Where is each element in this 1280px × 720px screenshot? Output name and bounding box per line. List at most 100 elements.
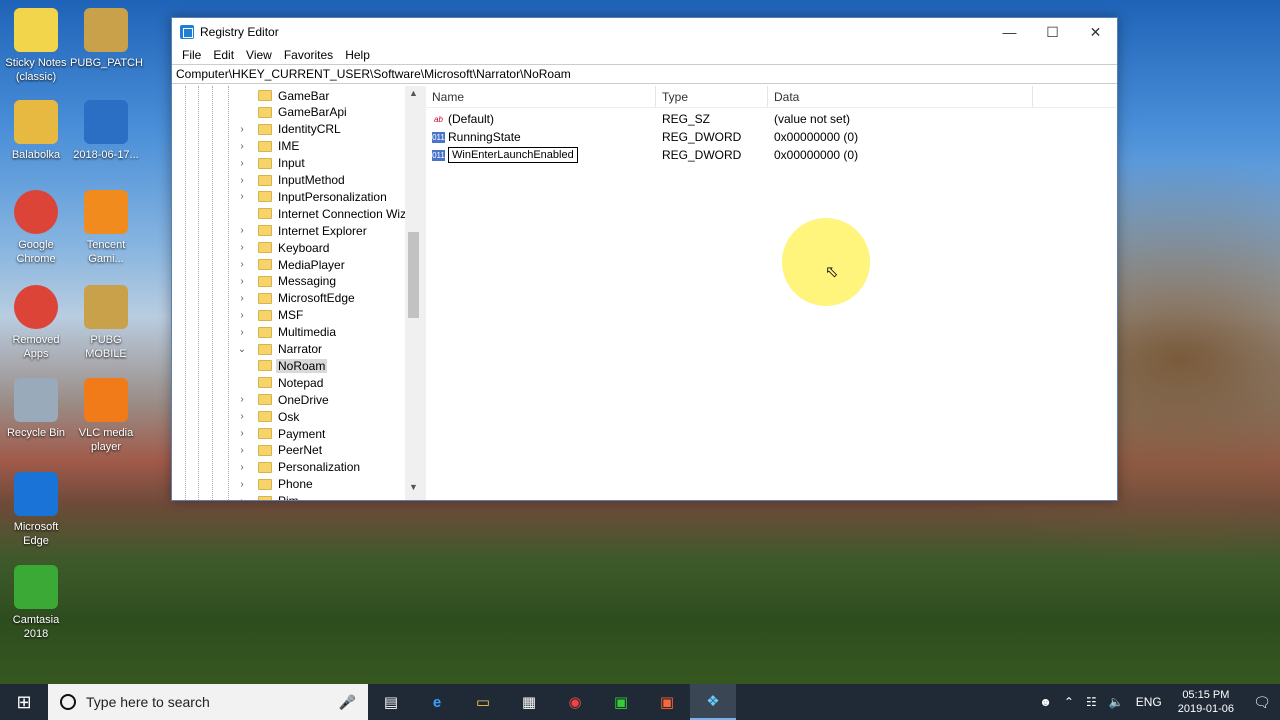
menu-file[interactable]: File — [176, 48, 207, 62]
address-bar[interactable]: Computer\HKEY_CURRENT_USER\Software\Micr… — [172, 64, 1117, 84]
tree-item[interactable]: GameBarApi — [236, 104, 349, 121]
tree-item[interactable]: › IdentityCRL — [236, 121, 343, 138]
network-icon[interactable]: ☷ — [1080, 695, 1103, 709]
chevron-up-icon[interactable]: ⌃ — [1058, 695, 1080, 709]
expand-chevron-icon[interactable]: › — [236, 496, 248, 500]
desktop-icon[interactable]: PUBG MOBILE — [70, 285, 142, 361]
chrome-taskbar-icon[interactable]: ◉ — [552, 684, 598, 720]
expand-chevron-icon[interactable]: › — [236, 191, 248, 202]
edge-taskbar-icon[interactable]: e — [414, 684, 460, 720]
value-row[interactable]: 011 WinEnterLaunchEnabled REG_DWORD 0x00000… — [426, 146, 1117, 164]
desktop-icon[interactable]: VLC media player — [70, 378, 142, 454]
desktop-icon[interactable]: Removed Apps — [0, 285, 72, 361]
column-data[interactable]: Data — [768, 86, 1033, 107]
tree-item[interactable]: › OneDrive — [236, 391, 331, 408]
scroll-thumb[interactable] — [408, 232, 419, 318]
tree-scrollbar[interactable]: ▲ ▼ — [405, 86, 422, 500]
desktop-icon[interactable]: Microsoft Edge — [0, 472, 72, 548]
expand-chevron-icon[interactable]: › — [236, 158, 248, 169]
tree-item[interactable]: › IME — [236, 138, 301, 155]
column-name[interactable]: Name — [426, 86, 656, 107]
column-type[interactable]: Type — [656, 86, 768, 107]
desktop-icon[interactable]: Balabolka — [0, 100, 72, 162]
clock[interactable]: 05:15 PM 2019-01-06 — [1168, 688, 1244, 716]
file-explorer-icon[interactable]: ▭ — [460, 684, 506, 720]
tree-item[interactable]: › InputPersonalization — [236, 188, 389, 205]
tree-item[interactable]: › Internet Explorer — [236, 222, 369, 239]
tree-item[interactable]: › Personalization — [236, 459, 362, 476]
rename-input[interactable]: WinEnterLaunchEnabled — [448, 147, 578, 163]
tree-item[interactable]: GameBar — [236, 87, 331, 104]
regedit-taskbar-icon[interactable]: ❖ — [690, 684, 736, 720]
desktop-icon[interactable]: Sticky Notes (classic) — [0, 8, 72, 84]
tree-item[interactable]: Internet Connection Wizard — [236, 205, 422, 222]
tree-item[interactable]: › MicrosoftEdge — [236, 290, 357, 307]
scroll-down-icon[interactable]: ▼ — [405, 482, 422, 498]
desktop-icon[interactable]: 2018-06-17... — [70, 100, 142, 162]
task-view-button[interactable]: ▤ — [368, 684, 414, 720]
desktop-icon-label: Removed Apps — [12, 334, 60, 360]
title-bar[interactable]: Registry Editor — ☐ ✕ — [172, 18, 1117, 46]
menu-favorites[interactable]: Favorites — [278, 48, 339, 62]
recycle-bin-icon — [14, 378, 58, 422]
value-row[interactable]: 011 RunningState REG_DWORD 0x00000000 (0) — [426, 128, 1117, 146]
scroll-up-icon[interactable]: ▲ — [405, 88, 422, 104]
tree-item[interactable]: › Osk — [236, 408, 301, 425]
desktop-icon[interactable]: PUBG_PATCH — [70, 8, 143, 70]
camtasia-taskbar-icon[interactable]: ▣ — [598, 684, 644, 720]
tree-item[interactable]: › Payment — [236, 425, 327, 442]
close-button[interactable]: ✕ — [1074, 18, 1117, 46]
expand-chevron-icon[interactable]: › — [236, 310, 248, 321]
tree-item[interactable]: › MediaPlayer — [236, 256, 347, 273]
people-icon[interactable]: ☻ — [1033, 695, 1058, 709]
pubg-icon — [84, 285, 128, 329]
tree-item[interactable]: › PeerNet — [236, 442, 324, 459]
search-box[interactable]: Type here to search 🎤 — [48, 684, 368, 720]
tree-item[interactable]: › InputMethod — [236, 172, 347, 189]
expand-chevron-icon[interactable]: ⌄ — [236, 344, 248, 355]
start-button[interactable]: ⊞ — [0, 684, 48, 720]
tree-item[interactable]: › Keyboard — [236, 239, 331, 256]
tree-item[interactable]: › Phone — [236, 476, 315, 493]
menu-help[interactable]: Help — [339, 48, 376, 62]
menu-edit[interactable]: Edit — [207, 48, 240, 62]
tree-item[interactable]: Notepad — [236, 374, 325, 391]
expand-chevron-icon[interactable]: › — [236, 276, 248, 287]
tree-item[interactable]: › MSF — [236, 307, 305, 324]
camtasia-recorder-icon[interactable]: ▣ — [644, 684, 690, 720]
tree-item-label: Internet Explorer — [278, 223, 367, 238]
maximize-button[interactable]: ☐ — [1031, 18, 1074, 46]
expand-chevron-icon[interactable]: › — [236, 225, 248, 236]
expand-chevron-icon[interactable]: › — [236, 411, 248, 422]
expand-chevron-icon[interactable]: › — [236, 479, 248, 490]
tree-item[interactable]: › Input — [236, 155, 307, 172]
notifications-icon[interactable]: 🗨 — [1244, 684, 1280, 720]
tree-item[interactable]: › Pim — [236, 493, 301, 500]
value-row[interactable]: ab (Default) REG_SZ (value not set) — [426, 110, 1117, 128]
expand-chevron-icon[interactable]: › — [236, 428, 248, 439]
menu-view[interactable]: View — [240, 48, 278, 62]
tree-item[interactable]: › Messaging — [236, 273, 338, 290]
language-indicator[interactable]: ENG — [1130, 695, 1168, 709]
expand-chevron-icon[interactable]: › — [236, 175, 248, 186]
store-icon[interactable]: ▦ — [506, 684, 552, 720]
expand-chevron-icon[interactable]: › — [236, 462, 248, 473]
expand-chevron-icon[interactable]: › — [236, 242, 248, 253]
expand-chevron-icon[interactable]: › — [236, 259, 248, 270]
tree-item[interactable]: ⌄ Narrator — [236, 341, 324, 358]
minimize-button[interactable]: — — [988, 18, 1031, 46]
tree-item[interactable]: NoRoam — [258, 357, 328, 374]
expand-chevron-icon[interactable]: › — [236, 293, 248, 304]
expand-chevron-icon[interactable]: › — [236, 124, 248, 135]
desktop-icon[interactable]: Recycle Bin — [0, 378, 72, 440]
microphone-icon[interactable]: 🎤 — [339, 694, 356, 711]
expand-chevron-icon[interactable]: › — [236, 445, 248, 456]
desktop-icon[interactable]: Google Chrome — [0, 190, 72, 266]
desktop-icon[interactable]: Camtasia 2018 — [0, 565, 72, 641]
expand-chevron-icon[interactable]: › — [236, 141, 248, 152]
volume-icon[interactable]: 🔈 — [1103, 695, 1130, 709]
tree-item[interactable]: › Multimedia — [236, 324, 338, 341]
desktop-icon[interactable]: Tencent Gami... — [70, 190, 142, 266]
expand-chevron-icon[interactable]: › — [236, 394, 248, 405]
expand-chevron-icon[interactable]: › — [236, 327, 248, 338]
